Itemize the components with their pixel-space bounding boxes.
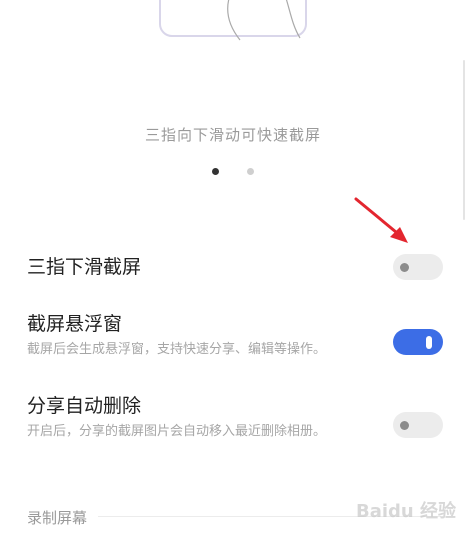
setting-description: 开启后，分享的截屏图片会自动移入最近删除相册。 (27, 424, 327, 439)
watermark: Baidu 经验 (355, 501, 456, 522)
setting-title: 分享自动删除 (27, 395, 142, 417)
three-finger-screenshot-toggle[interactable] (393, 254, 443, 280)
setting-three-finger-screenshot[interactable]: 三指下滑截屏 (27, 255, 443, 279)
setting-title: 截屏悬浮窗 (27, 313, 123, 335)
page-indicator (0, 160, 466, 179)
scrollbar[interactable] (463, 60, 465, 220)
auto-delete-toggle[interactable] (393, 412, 443, 438)
gesture-caption: 三指向下滑动可快速截屏 (144, 126, 321, 144)
section-header-screen-recording: 录制屏幕 (27, 509, 88, 527)
setting-title: 三指下滑截屏 (27, 256, 142, 278)
red-arrow-annotation (354, 197, 408, 243)
toggle-knob (400, 420, 409, 430)
toggle-knob (426, 335, 432, 349)
setting-auto-delete-after-share[interactable]: 分享自动删除 开启后，分享的截屏图片会自动移入最近删除相册。 (27, 394, 443, 441)
page-dot-active[interactable] (212, 168, 220, 175)
floating-window-toggle[interactable] (393, 329, 443, 355)
page-dot-inactive[interactable] (246, 168, 254, 175)
toggle-knob (400, 262, 409, 272)
setting-description: 截屏后会生成悬浮窗，支持快速分享、编辑等操作。 (27, 342, 327, 357)
setting-screenshot-floating-window[interactable]: 截屏悬浮窗 截屏后会生成悬浮窗，支持快速分享、编辑等操作。 (27, 312, 443, 359)
